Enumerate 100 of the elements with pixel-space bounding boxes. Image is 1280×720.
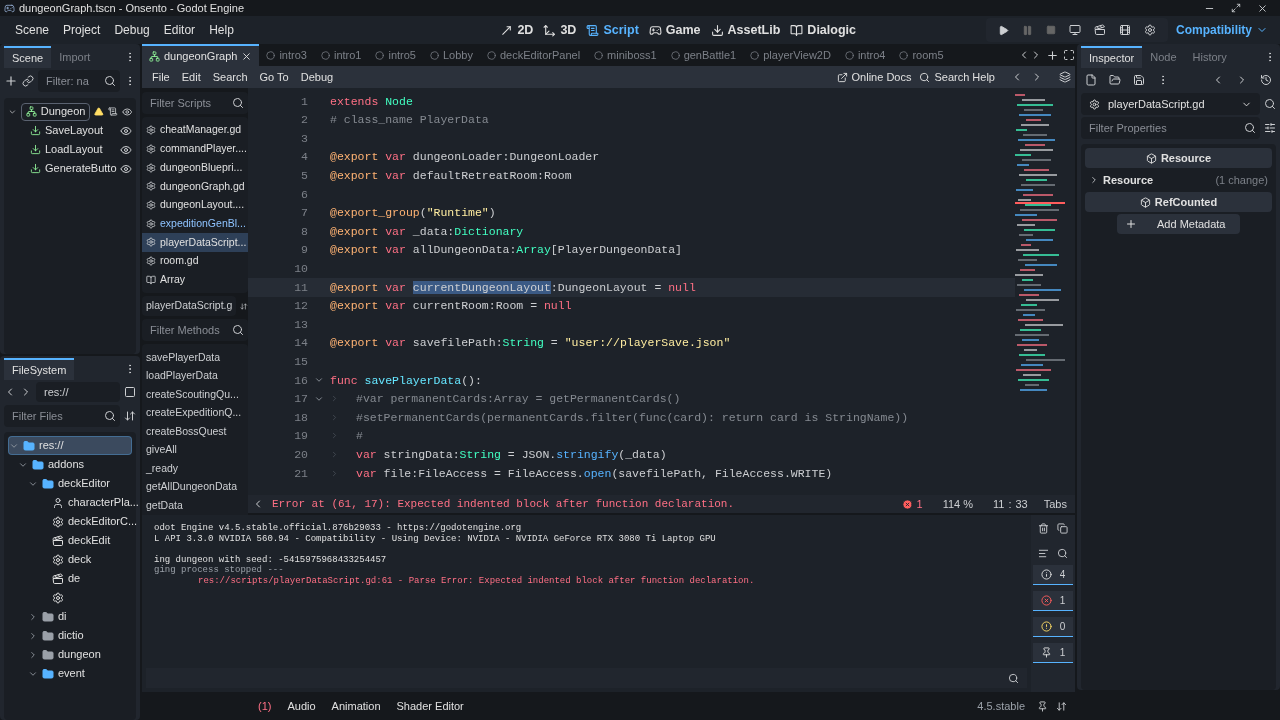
visibility-icon[interactable]	[121, 105, 132, 118]
method-item[interactable]: loadPlayerData	[142, 366, 248, 386]
method-item[interactable]: createScoutingQu...	[142, 385, 248, 404]
file-tree-item[interactable]: event	[28, 664, 89, 683]
method-item[interactable]: giveAll	[142, 440, 248, 460]
sort-icon[interactable]	[124, 410, 136, 422]
zoom-level[interactable]: 114 %	[942, 495, 973, 513]
bottom-panel-tab[interactable]: (1)	[250, 697, 280, 715]
menu-item[interactable]: Scene	[8, 21, 57, 39]
filter-field[interactable]: Filter: na	[38, 70, 120, 92]
document-tab[interactable]: intro3	[259, 44, 314, 66]
panel-tab[interactable]: FileSystem	[4, 358, 75, 380]
filter-field[interactable]: Filter Scripts	[142, 92, 248, 114]
method-item[interactable]: createExpeditionQ...	[142, 403, 248, 423]
document-tab[interactable]: Lobby	[423, 44, 480, 66]
file-tree-item[interactable]: dictio	[28, 626, 88, 645]
document-tab[interactable]: deckEditorPanel	[480, 44, 588, 66]
method-item[interactable]: getAllDungeonData	[142, 477, 248, 497]
filter-field[interactable]: Filter Files	[4, 405, 120, 427]
panel-tab[interactable]: Scene	[4, 46, 52, 68]
workspace-tab[interactable]: AssetLib	[710, 20, 781, 40]
expand-panel-icon[interactable]	[1056, 700, 1067, 712]
menu-item[interactable]: Search	[206, 68, 254, 86]
method-item[interactable]: savePlayerData	[142, 348, 248, 367]
tools-icon[interactable]	[1264, 122, 1276, 134]
file-tree-item[interactable]: dungeon	[28, 645, 105, 664]
document-tab[interactable]: genBattle1	[663, 44, 744, 66]
bottom-panel-tab[interactable]: Audio	[279, 697, 324, 715]
close-icon[interactable]	[241, 50, 253, 62]
message-filter-toggle[interactable]: 1	[1033, 591, 1073, 611]
workspace-tab[interactable]: Script	[586, 20, 639, 40]
menu-item[interactable]: Help	[202, 21, 241, 39]
copy-icon[interactable]	[1057, 523, 1068, 534]
add-metadata-button[interactable]: Add Metadata	[1117, 214, 1240, 234]
restore-icon[interactable]	[1231, 3, 1241, 13]
file-tree-item[interactable]: di	[28, 607, 71, 626]
open-folder-icon[interactable]	[1109, 74, 1121, 86]
scene-node[interactable]: Dungeon	[20, 102, 91, 121]
file-tree-item[interactable]: deck	[38, 550, 96, 569]
workspace-tab[interactable]: Game	[648, 20, 701, 40]
menu-item[interactable]: Editor	[156, 21, 203, 39]
message-filter-toggle[interactable]: 1	[1033, 643, 1073, 663]
script-item[interactable]: playerDataScript...	[142, 233, 248, 252]
message-filter-toggle[interactable]: 0	[1033, 617, 1073, 637]
file-tree-item[interactable]: deckEditorC...	[38, 512, 142, 531]
error-count[interactable]: 1	[916, 495, 923, 513]
stop-icon[interactable]	[1046, 25, 1056, 35]
script-item[interactable]: dungeonLayout....	[142, 195, 248, 215]
add-icon[interactable]	[4, 74, 18, 88]
clear-icon[interactable]	[1038, 523, 1049, 534]
method-item[interactable]: createBossQuest	[142, 422, 248, 441]
pin-icon[interactable]	[1037, 700, 1048, 712]
panel-tab[interactable]: Import	[51, 46, 99, 68]
document-tab[interactable]: miniboss1	[587, 44, 664, 66]
script-item[interactable]: cheatManager.gd	[142, 121, 248, 140]
script-item[interactable]: room.gd	[142, 251, 248, 271]
save-icon[interactable]	[1133, 74, 1145, 86]
method-item[interactable]: _ready	[142, 459, 248, 478]
panel-tab[interactable]: History	[1184, 46, 1235, 68]
sort-icon[interactable]	[240, 300, 248, 312]
workspace-tab[interactable]: 2D	[500, 20, 534, 40]
file-tree-item[interactable]: addons	[18, 455, 89, 474]
layers-icon[interactable]	[1059, 71, 1071, 83]
menu-item[interactable]: File	[146, 68, 176, 86]
link-icon[interactable]	[22, 75, 34, 87]
renderer-dropdown[interactable]: Compatibility	[1176, 21, 1272, 39]
filter-field[interactable]: Filter Methods	[142, 319, 248, 342]
monitor-icon[interactable]	[1069, 24, 1081, 36]
scene-node[interactable]: LoadLayout	[30, 141, 116, 158]
output-filter-field[interactable]	[146, 668, 1027, 688]
menu-item[interactable]: Debug	[107, 21, 157, 39]
fullscreen-icon[interactable]	[1063, 49, 1075, 61]
script-item[interactable]: dungeonGraph.gd	[142, 177, 248, 196]
film-icon[interactable]	[1119, 24, 1131, 36]
panel-tab[interactable]: Inspector	[1081, 46, 1143, 68]
close-icon[interactable]	[1257, 2, 1268, 14]
path-field[interactable]: res://	[36, 382, 120, 402]
scene-node[interactable]: GenerateButto	[30, 160, 116, 177]
help-link[interactable]: Online Docs	[832, 68, 916, 86]
file-tree-item[interactable]: characterPla...	[38, 493, 143, 512]
script-icon[interactable]	[107, 106, 118, 117]
document-tab[interactable]: intro1	[313, 44, 369, 66]
visibility-icon[interactable]	[120, 143, 132, 156]
script-item[interactable]: commandPlayer....	[142, 139, 248, 159]
script-item[interactable]: expeditionGenBl...	[142, 214, 248, 234]
layout-toggle-icon[interactable]	[124, 386, 136, 398]
collapse-lines-icon[interactable]	[1038, 548, 1049, 559]
play-icon[interactable]	[998, 24, 1009, 36]
workspace-tab[interactable]: 3D	[543, 20, 577, 40]
file-tree-item[interactable]: de	[38, 569, 85, 588]
script-item[interactable]: dungeonBluepri...	[142, 158, 248, 178]
gear-icon[interactable]	[1144, 24, 1156, 36]
document-tab[interactable]: intro5	[368, 44, 423, 66]
document-tab[interactable]: room5	[892, 44, 951, 66]
document-tab[interactable]: dungeonGraph	[142, 44, 260, 66]
file-tree-item[interactable]: deckEditor	[28, 474, 114, 493]
pause-icon[interactable]	[1022, 24, 1033, 36]
help-link[interactable]: Search Help	[915, 68, 999, 86]
property-group[interactable]: Resource (1 change)	[1085, 170, 1272, 190]
visibility-icon[interactable]	[120, 162, 132, 175]
